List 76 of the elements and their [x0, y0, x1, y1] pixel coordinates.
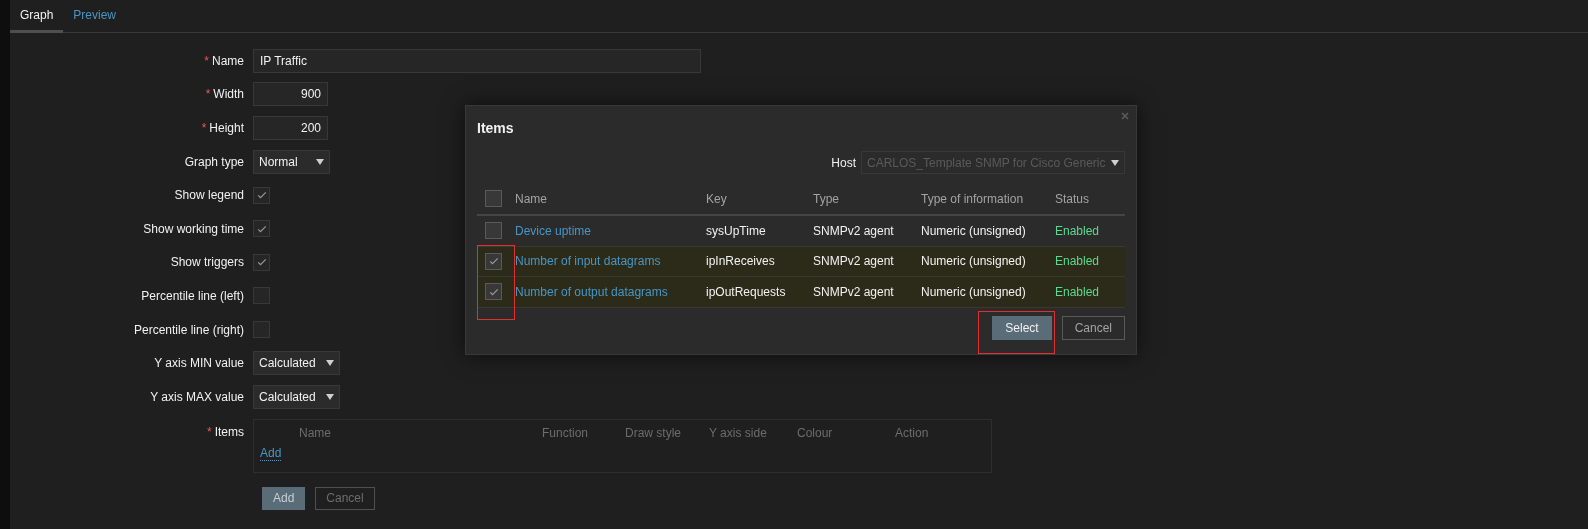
field-label: Width — [213, 86, 244, 104]
table-cell-text: sysUpTime — [706, 222, 767, 240]
field-label: Show legend — [174, 187, 244, 205]
dialog-button[interactable]: Cancel — [1061, 315, 1125, 340]
table-cell-text: SNMPv2 agent — [813, 283, 895, 301]
dialog-button[interactable]: Select — [992, 315, 1052, 340]
checkbox[interactable] — [253, 287, 270, 305]
field-label: Show working time — [143, 220, 244, 238]
table-row[interactable]: Device uptime sysUpTime SNMPv2 agent Numeric (unsigned) Enabled — [477, 216, 1125, 247]
checkbox[interactable] — [485, 190, 502, 207]
table-cell-text: ipInReceives — [706, 253, 776, 271]
status-text: Enabled — [1055, 253, 1101, 271]
caret-icon — [1111, 159, 1119, 166]
field-label: Show triggers — [170, 254, 244, 272]
column-header: Key — [706, 190, 728, 208]
column-header: Action — [895, 424, 930, 442]
check-icon — [487, 255, 500, 268]
item-link[interactable]: Number of output datagrams — [515, 284, 668, 299]
table-row[interactable]: Number of output datagrams ipOutRequests SNMPv2 agent Numeric (unsigned) Enabled — [477, 277, 1125, 308]
table-cell-text: Numeric (unsigned) — [921, 253, 1027, 271]
status-text: Enabled — [1055, 283, 1101, 301]
add-link[interactable]: Add — [260, 446, 282, 461]
column-header: Draw style — [625, 424, 682, 442]
select-field[interactable]: Normal — [253, 149, 330, 174]
checkbox[interactable] — [485, 252, 502, 270]
table-row[interactable]: Number of input datagrams ipInReceives SNMPv2 agent Numeric (unsigned) Enabled — [477, 246, 1125, 277]
form-button[interactable]: Add — [262, 486, 306, 510]
field-label: Graph type — [184, 153, 244, 171]
table-cell-text: Numeric (unsigned) — [921, 222, 1027, 240]
field-label: Percentile line (left) — [141, 287, 244, 305]
column-header: Colour — [797, 424, 834, 442]
select-field[interactable]: Calculated — [253, 384, 340, 409]
caret-icon — [325, 360, 334, 367]
table-cell-text: SNMPv2 agent — [813, 222, 895, 240]
check-icon — [255, 189, 268, 202]
text-field[interactable]: IP Traffic — [253, 48, 701, 73]
check-icon — [255, 256, 268, 269]
column-header: Status — [1055, 190, 1091, 208]
caret-icon — [316, 158, 324, 165]
required-mark: * — [201, 120, 207, 137]
checkbox[interactable] — [253, 220, 270, 238]
checkbox[interactable] — [485, 222, 502, 240]
number-field[interactable]: 200 — [253, 116, 328, 140]
item-link[interactable]: Number of input datagrams — [515, 254, 661, 269]
checkbox[interactable] — [253, 253, 270, 271]
number-field[interactable]: 900 — [253, 82, 328, 107]
field-label: Percentile line (right) — [133, 321, 244, 339]
field-label: Y axis MAX value — [150, 388, 244, 406]
column-header: Name — [515, 190, 548, 208]
required-mark: * — [204, 52, 209, 70]
dialog-title: Items — [477, 119, 515, 136]
column-header: Type — [813, 190, 840, 208]
tab[interactable]: Graph — [10, 0, 64, 33]
field-label: Host — [831, 154, 856, 172]
table-cell-text: SNMPv2 agent — [813, 253, 895, 271]
required-mark: * — [205, 86, 211, 104]
checkbox[interactable] — [485, 283, 502, 301]
item-link[interactable]: Device uptime — [515, 223, 592, 238]
field-label: Height — [209, 120, 244, 137]
column-header: Type of information — [921, 190, 1025, 208]
column-header: Function — [542, 424, 590, 442]
select-field[interactable]: Calculated — [253, 351, 340, 376]
column-header: Name — [298, 424, 332, 442]
close-icon[interactable] — [1121, 112, 1129, 120]
tab[interactable]: Preview — [63, 0, 127, 33]
field-label: Name — [212, 52, 244, 70]
checkbox[interactable] — [253, 321, 270, 339]
status-text: Enabled — [1055, 222, 1101, 240]
required-mark: * — [207, 423, 212, 441]
field-label: Y axis MIN value — [154, 355, 244, 373]
column-header: Y axis side — [709, 424, 768, 442]
table-cell-text: Numeric (unsigned) — [921, 283, 1027, 301]
field-label: Items — [214, 423, 244, 441]
table-cell-text: ipOutRequests — [706, 283, 787, 301]
caret-icon — [325, 393, 334, 400]
checkbox[interactable] — [253, 186, 270, 204]
